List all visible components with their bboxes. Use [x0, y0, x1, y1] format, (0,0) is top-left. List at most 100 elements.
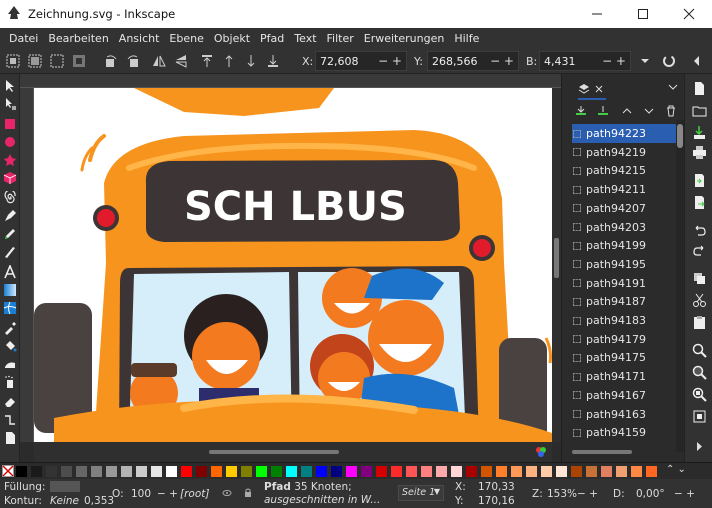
object-row[interactable]: path94211 [572, 180, 676, 199]
object-row[interactable]: path94183 [572, 311, 676, 330]
new-document-button[interactable] [691, 80, 707, 96]
deselect-button[interactable] [48, 52, 66, 70]
fill-swatch[interactable] [50, 481, 80, 492]
close-tab-icon[interactable] [594, 84, 604, 94]
no-paint-icon[interactable] [2, 465, 14, 477]
selector-tool[interactable] [2, 78, 18, 94]
palette-swatch[interactable] [91, 466, 102, 477]
maximize-button[interactable] [620, 0, 666, 28]
rotate-cw-button[interactable] [124, 52, 142, 70]
raise-button[interactable] [220, 52, 238, 70]
opacity-stepper[interactable]: − + [157, 488, 178, 500]
menu-ansicht[interactable]: Ansicht [114, 32, 165, 45]
pages-tool[interactable] [2, 430, 18, 446]
object-row[interactable]: path94207 [572, 199, 676, 218]
width-input[interactable]: 4,431 − + [539, 51, 631, 71]
palette-swatch[interactable] [436, 466, 447, 477]
cut-button[interactable] [691, 292, 707, 308]
lower-button[interactable] [242, 52, 260, 70]
object-row[interactable]: path94203 [572, 218, 676, 237]
palette-swatch[interactable] [376, 466, 387, 477]
object-row[interactable]: path94215 [572, 161, 676, 180]
pencil-tool[interactable] [2, 226, 18, 242]
lock-icon[interactable] [243, 488, 253, 498]
canvas-vertical-scrollbar[interactable] [552, 88, 561, 442]
commands-overflow-button[interactable] [691, 438, 707, 454]
lower-to-bottom-button[interactable] [264, 52, 282, 70]
menu-pfad[interactable]: Pfad [255, 32, 289, 45]
palette-swatch[interactable] [601, 466, 612, 477]
select-all-button[interactable] [4, 52, 22, 70]
zoom-fit-button[interactable] [691, 408, 707, 424]
minimize-button[interactable] [574, 0, 620, 28]
drawing-canvas[interactable]: SCH LBUS [34, 88, 552, 442]
canvas-horizontal-scrollbar[interactable] [34, 442, 552, 462]
palette-swatch[interactable] [526, 466, 537, 477]
menu-ebene[interactable]: Ebene [164, 32, 208, 45]
object-row[interactable]: path94199 [572, 236, 676, 255]
object-row[interactable]: path94195 [572, 255, 676, 274]
palette-swatch[interactable] [286, 466, 297, 477]
page-selector[interactable]: Seite 1 ▼ [398, 485, 444, 501]
stroke-value[interactable]: Keine [50, 495, 79, 507]
y-stepper[interactable]: − + [490, 54, 514, 68]
objects-scrollbar[interactable] [676, 120, 684, 452]
palette-swatch[interactable] [316, 466, 327, 477]
horizontal-scroll-thumb[interactable] [209, 450, 339, 454]
menu-bearbeiten[interactable]: Bearbeiten [43, 32, 113, 45]
object-row[interactable]: path94163 [572, 405, 676, 424]
eraser-tool[interactable] [2, 394, 18, 410]
delete-object-button[interactable] [664, 104, 678, 118]
palette-swatch[interactable] [46, 466, 57, 477]
palette-swatch[interactable] [331, 466, 342, 477]
object-row[interactable]: path94159 [572, 423, 676, 442]
select-all-layers-button[interactable] [26, 52, 44, 70]
tweak-tool[interactable] [2, 356, 18, 372]
pen-tool[interactable] [2, 208, 18, 224]
object-row[interactable]: path94175 [572, 348, 676, 367]
menu-hilfe[interactable]: Hilfe [449, 32, 484, 45]
object-row[interactable]: path94179 [572, 330, 676, 349]
invert-selection-button[interactable] [70, 52, 88, 70]
palette-swatch[interactable] [76, 466, 87, 477]
palette-swatch[interactable] [646, 466, 657, 477]
move-up-button[interactable] [620, 104, 634, 118]
gradient-tool[interactable] [2, 282, 18, 298]
current-layer[interactable]: [root] [180, 488, 209, 500]
palette-scroll-buttons[interactable]: ⌃ ⌄ [666, 464, 706, 475]
palette-swatch[interactable] [496, 466, 507, 477]
flip-horizontal-button[interactable] [150, 52, 168, 70]
vertical-ruler[interactable] [20, 88, 34, 442]
rotation-stepper[interactable]: − + [674, 488, 695, 500]
palette-swatch[interactable] [166, 466, 177, 477]
zoom-selection-button[interactable] [691, 342, 707, 358]
close-button[interactable] [666, 0, 712, 28]
palette-swatch[interactable] [556, 466, 567, 477]
y-input[interactable]: 268,566 − + [427, 51, 519, 71]
zoom-drawing-button[interactable] [691, 364, 707, 380]
zoom-value[interactable]: 153% [547, 488, 577, 500]
palette-swatch[interactable] [451, 466, 462, 477]
export-button[interactable] [691, 194, 707, 210]
horizontal-ruler[interactable] [20, 74, 561, 88]
menu-filter[interactable]: Filter [322, 32, 359, 45]
redo-button[interactable] [691, 242, 707, 258]
palette-swatch[interactable] [211, 466, 222, 477]
object-row[interactable]: path94223 [572, 124, 676, 143]
zoom-stepper[interactable]: − + [577, 488, 598, 500]
object-row[interactable]: path94167 [572, 386, 676, 405]
palette-swatch[interactable] [256, 466, 267, 477]
palette-swatch[interactable] [136, 466, 147, 477]
palette-swatch[interactable] [481, 466, 492, 477]
palette-swatch[interactable] [61, 466, 72, 477]
palette-swatch[interactable] [466, 466, 477, 477]
copy-button[interactable] [691, 270, 707, 286]
palette-swatch[interactable] [16, 466, 27, 477]
paint-bucket-tool[interactable] [2, 338, 18, 354]
stroke-width[interactable]: 0,353 [84, 495, 114, 507]
palette-swatch[interactable] [301, 466, 312, 477]
palette-swatch[interactable] [346, 466, 357, 477]
eye-icon[interactable] [222, 488, 232, 498]
palette-swatch[interactable] [196, 466, 207, 477]
calligraphy-tool[interactable] [2, 244, 18, 260]
